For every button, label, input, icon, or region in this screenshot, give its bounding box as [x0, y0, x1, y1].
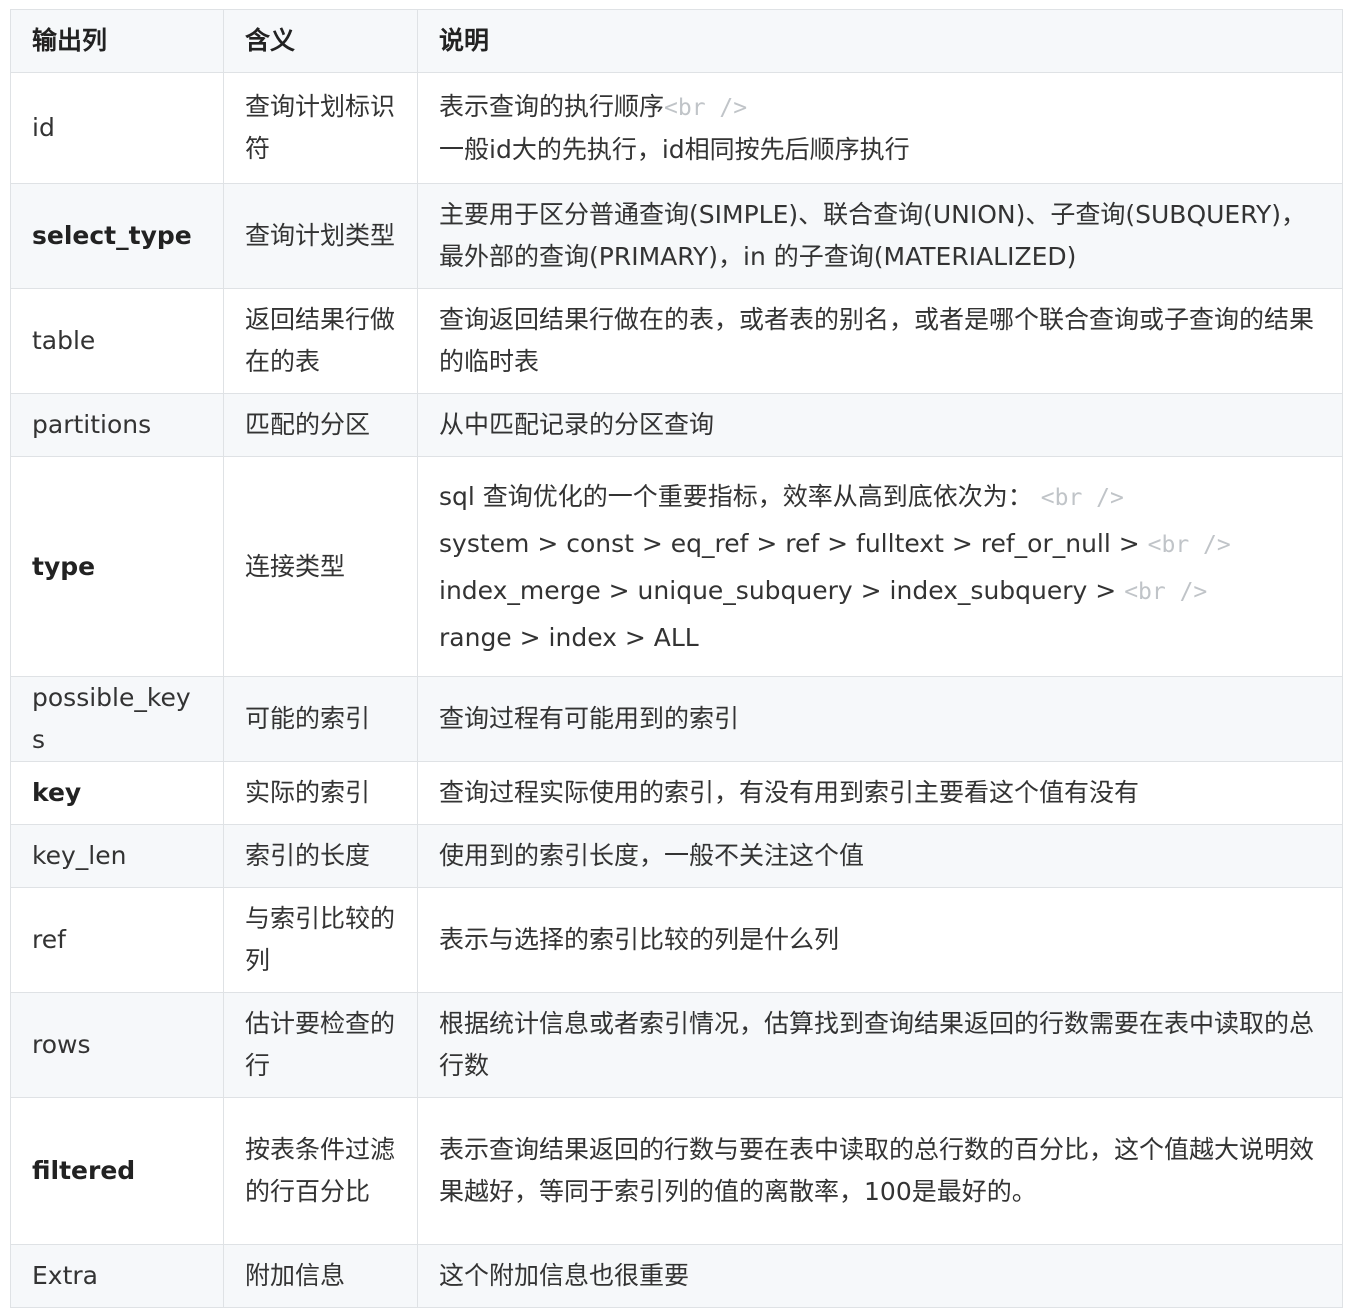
cell-column-name: table [10, 288, 224, 394]
cell-description: 查询返回结果行做在的表，或者表的别名，或者是哪个联合查询或子查询的结果的临时表 [417, 288, 1343, 394]
cell-column-name: partitions [10, 393, 224, 457]
cell-column-name: possible_keys [10, 676, 224, 762]
cell-description: 这个附加信息也很重要 [417, 1244, 1343, 1308]
cell-description: 查询过程实际使用的索引，有没有用到索引主要看这个值有没有 [417, 761, 1343, 825]
description-text: 表示查询的执行顺序 [439, 91, 665, 121]
cell-meaning: 附加信息 [223, 1244, 418, 1308]
description-line: index_merge > unique_subquery > index_su… [439, 568, 1321, 615]
cell-meaning: 返回结果行做在的表 [223, 288, 418, 394]
cell-meaning: 查询计划标识符 [223, 72, 418, 184]
br-tag-text: <br /> [664, 94, 748, 121]
cell-column-name: type [10, 456, 224, 677]
cell-meaning: 按表条件过滤的行百分比 [223, 1097, 418, 1245]
cell-description: sql 查询优化的一个重要指标，效率从高到底依次为： <br /> system… [417, 456, 1343, 677]
cell-column-name: select_type [10, 183, 224, 289]
cell-column-name: id [10, 72, 224, 184]
cell-column-name: filtered [10, 1097, 224, 1245]
table-row: select_type 查询计划类型 主要用于区分普通查询(SIMPLE)、联合… [10, 183, 1343, 289]
table-row: filtered 按表条件过滤的行百分比 表示查询结果返回的行数与要在表中读取的… [10, 1097, 1343, 1245]
table-row: Extra 附加信息 这个附加信息也很重要 [10, 1244, 1343, 1308]
cell-meaning: 索引的长度 [223, 824, 418, 888]
cell-description: 表示查询结果返回的行数与要在表中读取的总行数的百分比，这个值越大说明效果越好，等… [417, 1097, 1343, 1245]
header-output-column: 输出列 [10, 9, 224, 73]
description-line: range > index > ALL [439, 622, 699, 652]
cell-meaning: 可能的索引 [223, 676, 418, 762]
cell-meaning: 查询计划类型 [223, 183, 418, 289]
table-row: partitions 匹配的分区 从中匹配记录的分区查询 [10, 393, 1343, 457]
table-row: key 实际的索引 查询过程实际使用的索引，有没有用到索引主要看这个值有没有 [10, 761, 1343, 825]
cell-meaning: 匹配的分区 [223, 393, 418, 457]
table-row: type 连接类型 sql 查询优化的一个重要指标，效率从高到底依次为： <br… [10, 456, 1343, 677]
br-tag-text: <br /> [1147, 531, 1231, 558]
br-tag-text: <br /> [1124, 578, 1208, 605]
cell-meaning: 与索引比较的列 [223, 887, 418, 993]
explain-columns-table: 输出列 含义 说明 id 查询计划标识符 表示查询的执行顺序<br /> 一般i… [10, 9, 1343, 1308]
description-text: system > const > eq_ref > ref > fulltext… [439, 528, 1140, 558]
cell-column-name: Extra [10, 1244, 224, 1308]
cell-description: 主要用于区分普通查询(SIMPLE)、联合查询(UNION)、子查询(SUBQU… [417, 183, 1343, 289]
explain-columns-table-wrapper: 输出列 含义 说明 id 查询计划标识符 表示查询的执行顺序<br /> 一般i… [10, 9, 1343, 1308]
table-row: possible_keys 可能的索引 查询过程有可能用到的索引 [10, 676, 1343, 762]
br-tag-text: <br /> [1040, 484, 1124, 511]
cell-description: 查询过程有可能用到的索引 [417, 676, 1343, 762]
cell-description: 表示查询的执行顺序<br /> 一般id大的先执行，id相同按先后顺序执行 [417, 72, 1343, 184]
description-text: sql 查询优化的一个重要指标，效率从高到底依次为： [439, 481, 1033, 511]
cell-column-name: key_len [10, 824, 224, 888]
cell-meaning: 连接类型 [223, 456, 418, 677]
table-row: id 查询计划标识符 表示查询的执行顺序<br /> 一般id大的先执行，id相… [10, 72, 1343, 184]
cell-meaning: 估计要检查的行 [223, 992, 418, 1098]
table-header-row: 输出列 含义 说明 [10, 9, 1343, 73]
description-line: 表示查询的执行顺序<br /> [439, 86, 1321, 129]
description-line: sql 查询优化的一个重要指标，效率从高到底依次为： <br /> [439, 474, 1321, 521]
header-meaning: 含义 [223, 9, 418, 73]
description-line: 一般id大的先执行，id相同按先后顺序执行 [439, 134, 910, 164]
description-line: system > const > eq_ref > ref > fulltext… [439, 521, 1321, 568]
cell-column-name: key [10, 761, 224, 825]
cell-column-name: ref [10, 887, 224, 993]
cell-description: 从中匹配记录的分区查询 [417, 393, 1343, 457]
header-description: 说明 [417, 9, 1343, 73]
table-row: ref 与索引比较的列 表示与选择的索引比较的列是什么列 [10, 887, 1343, 993]
cell-meaning: 实际的索引 [223, 761, 418, 825]
description-text: index_merge > unique_subquery > index_su… [439, 575, 1117, 605]
cell-description: 根据统计信息或者索引情况，估算找到查询结果返回的行数需要在表中读取的总行数 [417, 992, 1343, 1098]
cell-description: 使用到的索引长度，一般不关注这个值 [417, 824, 1343, 888]
cell-description: 表示与选择的索引比较的列是什么列 [417, 887, 1343, 993]
table-row: key_len 索引的长度 使用到的索引长度，一般不关注这个值 [10, 824, 1343, 888]
table-row: table 返回结果行做在的表 查询返回结果行做在的表，或者表的别名，或者是哪个… [10, 288, 1343, 394]
cell-column-name: rows [10, 992, 224, 1098]
table-row: rows 估计要检查的行 根据统计信息或者索引情况，估算找到查询结果返回的行数需… [10, 992, 1343, 1098]
